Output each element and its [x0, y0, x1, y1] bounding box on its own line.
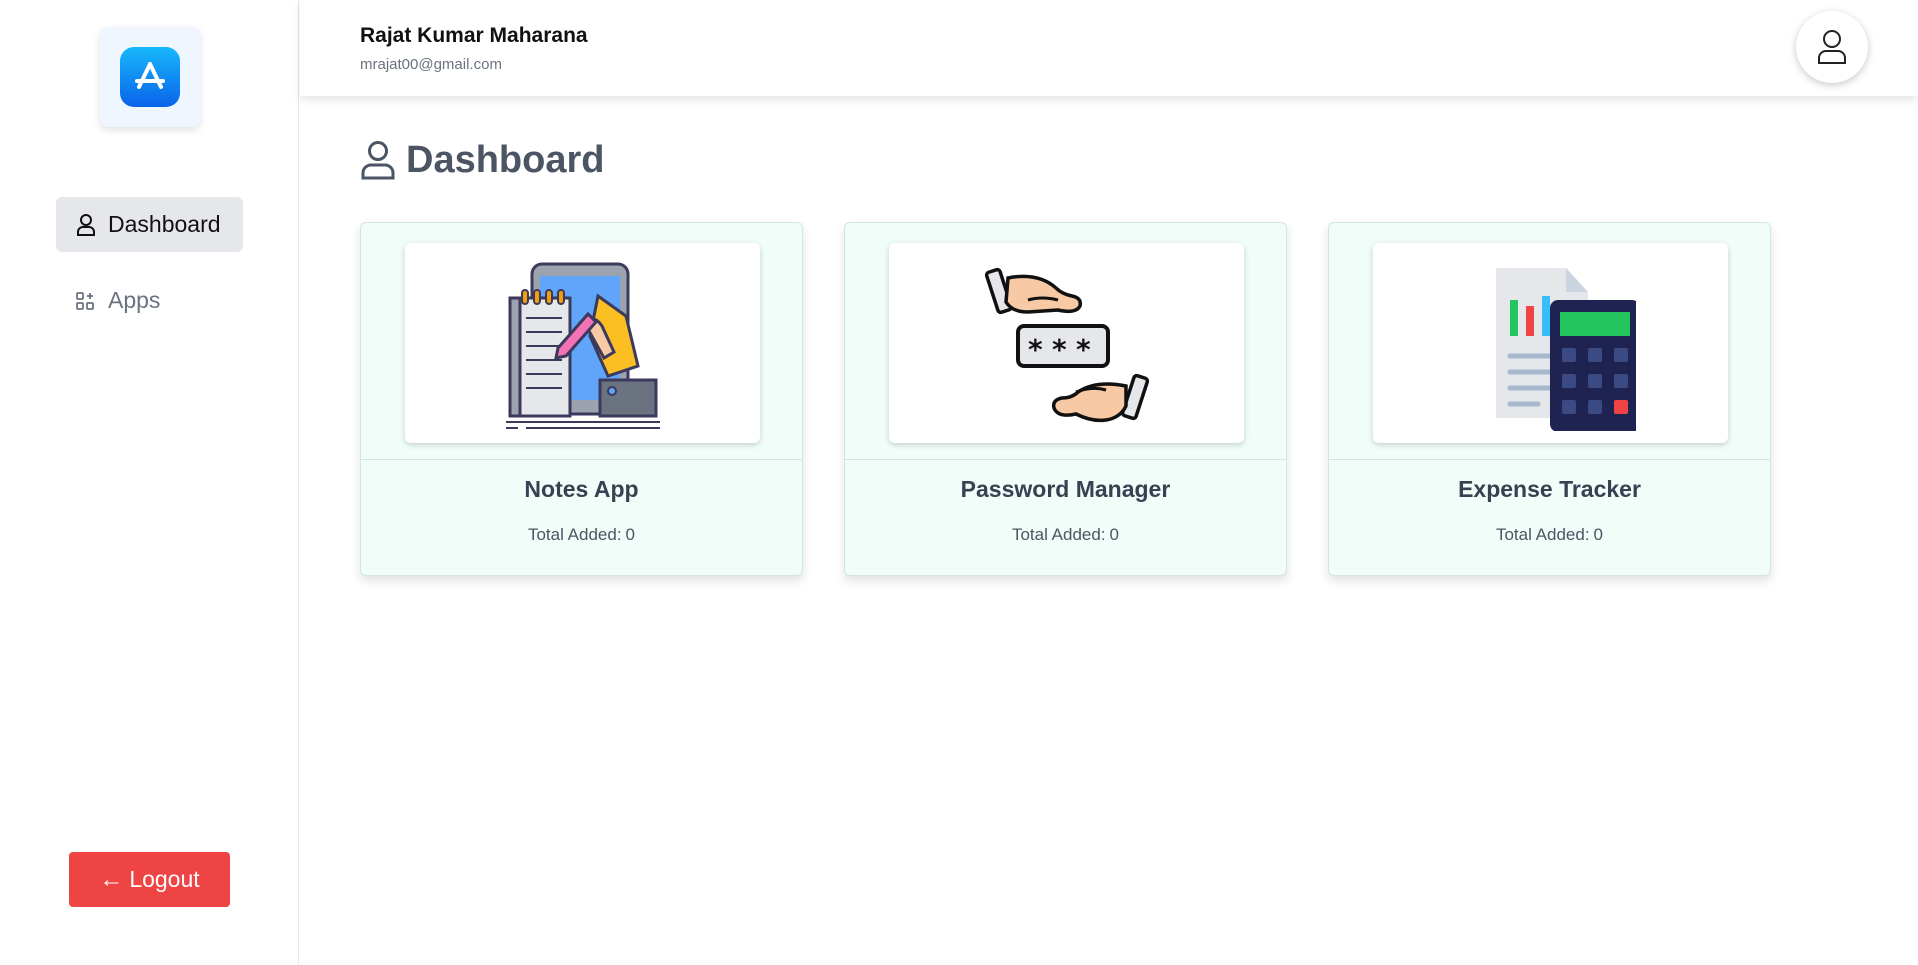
sidebar-item-apps[interactable]: Apps: [56, 273, 243, 328]
expense-illustration: [1495, 267, 1636, 431]
card-title: Expense Tracker: [1458, 476, 1641, 502]
app-logo[interactable]: [100, 27, 200, 127]
card-title: Password Manager: [960, 476, 1171, 502]
card-divider: [361, 459, 802, 460]
page-title-text: Dashboard: [406, 138, 605, 181]
avatar[interactable]: [1796, 11, 1868, 83]
user-email: mrajat00@gmail.com: [360, 56, 502, 73]
notes-illustration: [505, 262, 660, 429]
password-illustration: * * *: [984, 267, 1149, 422]
card-count-value: 0: [1593, 525, 1604, 544]
page-title: Dashboard: [360, 135, 604, 185]
card-title: Notes App: [524, 476, 639, 502]
card-count-value: 0: [625, 525, 636, 544]
sidebar-item-label: Dashboard: [108, 211, 221, 237]
card-count: Total Added: 0: [845, 525, 1286, 545]
svg-text:*: *: [1052, 333, 1067, 366]
card-count-label: Total Added:: [527, 525, 622, 544]
grid-icon: [76, 290, 98, 312]
card-count-value: 0: [1109, 525, 1120, 544]
sidebar-item-dashboard[interactable]: Dashboard: [56, 197, 243, 252]
arrow-left-icon: ←: [99, 865, 124, 893]
card-image: [1373, 243, 1728, 443]
card-notes-app[interactable]: Notes App Total Added: 0: [360, 222, 803, 576]
logout-label: Logout: [129, 866, 200, 892]
card-divider: [1329, 459, 1770, 460]
sidebar: Dashboard Apps ← Logout: [0, 0, 299, 965]
svg-text:*: *: [1028, 333, 1043, 366]
user-name: Rajat Kumar Maharana: [360, 24, 588, 47]
svg-text:*: *: [1076, 333, 1091, 366]
card-count: Total Added: 0: [1329, 525, 1770, 545]
card-image: * * *: [889, 243, 1244, 443]
card-count: Total Added: 0: [361, 525, 802, 545]
logout-button[interactable]: ← Logout: [69, 852, 230, 907]
sidebar-item-label: Apps: [108, 287, 161, 313]
app-store-icon: [120, 47, 180, 107]
card-count-label: Total Added:: [1011, 525, 1106, 544]
user-icon: [76, 213, 98, 236]
user-icon: [1818, 30, 1846, 64]
card-count-label: Total Added:: [1495, 525, 1590, 544]
card-divider: [845, 459, 1286, 460]
user-icon: [360, 140, 396, 180]
card-expense-tracker[interactable]: Expense Tracker Total Added: 0: [1328, 222, 1771, 576]
card-image: [405, 243, 760, 443]
top-header: Rajat Kumar Maharana mrajat00@gmail.com: [300, 0, 1918, 96]
card-password-manager[interactable]: * * * Password Manager Total Added: 0: [844, 222, 1287, 576]
